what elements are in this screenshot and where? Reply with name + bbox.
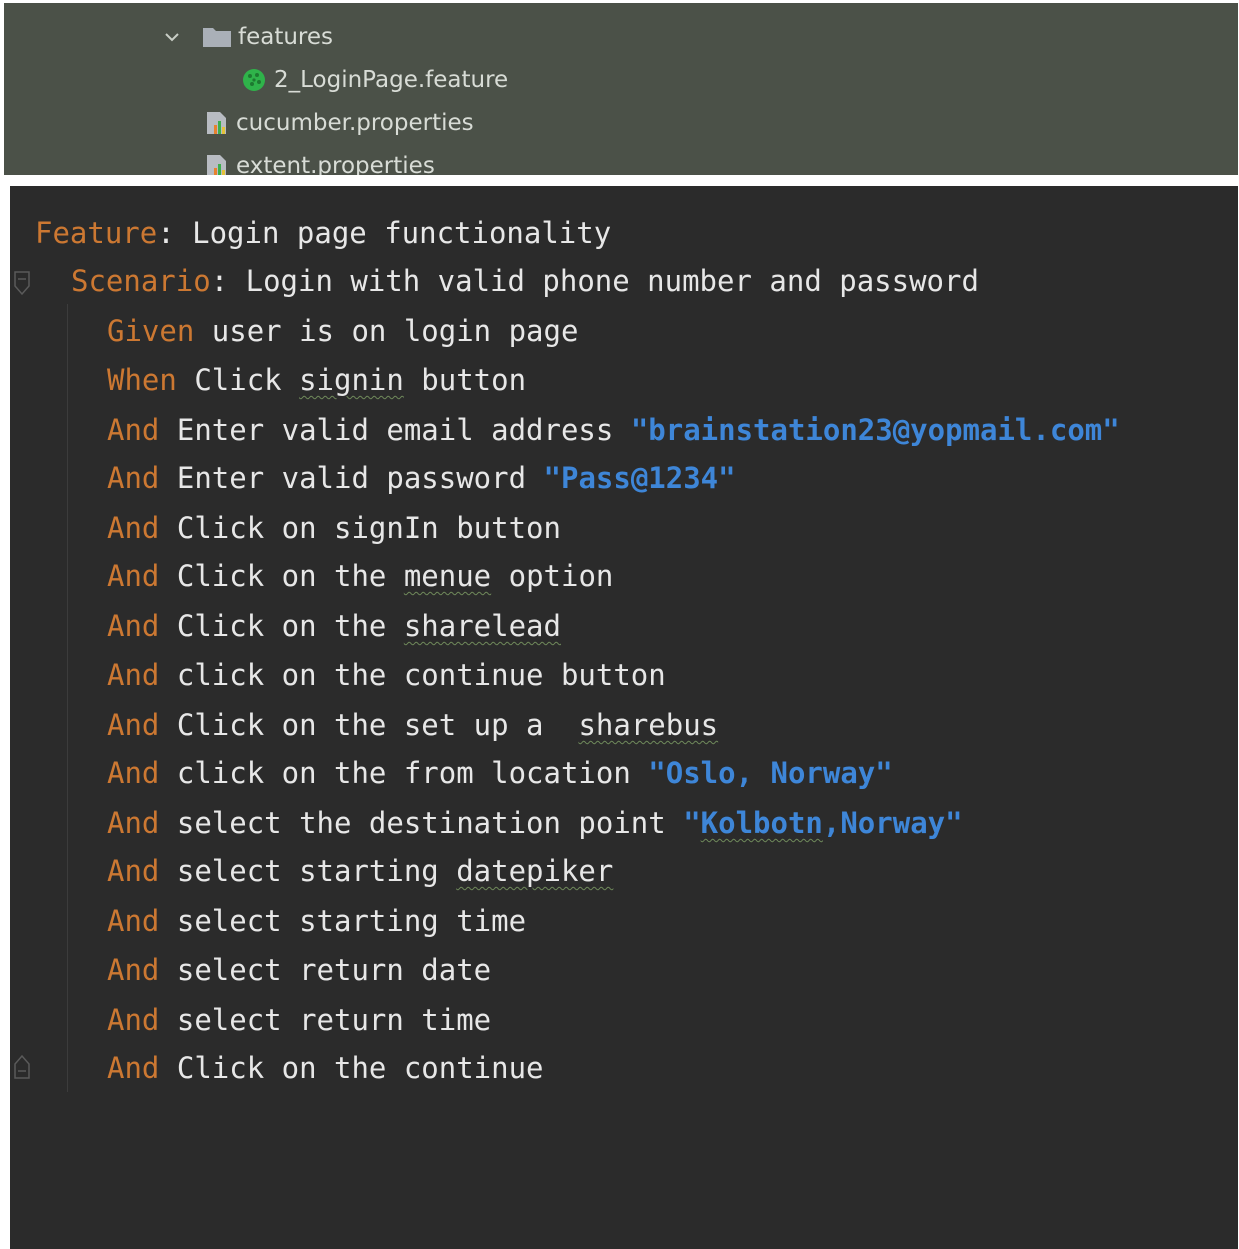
properties-file-icon xyxy=(207,112,226,134)
step-line[interactable]: And select return time xyxy=(107,1000,491,1040)
step-line[interactable]: And Click on the sharelead xyxy=(107,606,561,646)
step-text: Click on signIn button xyxy=(176,511,561,545)
step-line[interactable]: And Click on signIn button xyxy=(107,508,561,548)
spelling-warning[interactable]: sharelead xyxy=(404,609,561,643)
project-tree: features 2_LoginPage.feature cucumber.pr… xyxy=(4,3,1238,175)
spelling-warning[interactable]: sharebus xyxy=(578,708,718,742)
step-keyword: Given xyxy=(107,314,195,348)
step-keyword: And xyxy=(107,953,160,987)
step-line[interactable]: Given user is on login page xyxy=(107,311,578,351)
chevron-down-icon[interactable] xyxy=(164,29,180,45)
fold-start-icon[interactable] xyxy=(14,270,30,296)
step-keyword: And xyxy=(107,806,160,840)
step-keyword: And xyxy=(107,1051,160,1085)
string-literal: "Oslo, Norway" xyxy=(648,756,893,790)
step-line[interactable]: And click on the continue button xyxy=(107,655,666,695)
step-keyword: When xyxy=(107,363,177,397)
tree-item-label: extent.properties xyxy=(236,153,435,175)
step-text: button xyxy=(403,363,527,397)
colon: : xyxy=(210,264,246,298)
step-keyword: And xyxy=(107,559,160,593)
step-keyword: And xyxy=(107,756,160,790)
tree-item-label: 2_LoginPage.feature xyxy=(274,67,509,93)
step-keyword: And xyxy=(107,1003,160,1037)
spelling-warning[interactable]: Kolbotn xyxy=(701,806,823,840)
scenario-keyword: Scenario xyxy=(71,264,211,298)
step-keyword: And xyxy=(107,708,160,742)
step-line[interactable]: And click on the from location "Oslo, No… xyxy=(107,753,893,793)
step-text: Click on the xyxy=(176,609,404,643)
tree-item-label: cucumber.properties xyxy=(236,110,474,136)
scenario-title: Login with valid phone number and passwo… xyxy=(245,264,979,298)
step-line[interactable]: And Click on the continue xyxy=(107,1048,544,1088)
tree-item-label: features xyxy=(238,24,334,50)
string-literal: "Kolbotn,Norway" xyxy=(683,806,962,840)
step-line[interactable]: And Enter valid email address "brainstat… xyxy=(107,410,1120,450)
cucumber-icon xyxy=(243,69,265,91)
step-text: Click xyxy=(194,363,300,397)
spelling-warning[interactable]: signin xyxy=(299,363,404,397)
step-line[interactable]: And select starting time xyxy=(107,901,526,941)
step-keyword: And xyxy=(107,854,160,888)
panel-separator xyxy=(0,175,1239,186)
step-text: click on the continue button xyxy=(176,658,666,692)
step-keyword: And xyxy=(107,658,160,692)
step-line[interactable]: And Enter valid password "Pass@1234" xyxy=(107,458,736,498)
string-quote: " xyxy=(683,806,701,840)
scenario-line[interactable]: Scenario: Login with valid phone number … xyxy=(71,261,979,301)
indent-guide xyxy=(67,304,68,1092)
step-keyword: And xyxy=(107,413,160,447)
fold-end-icon[interactable] xyxy=(14,1054,30,1080)
step-keyword: And xyxy=(107,461,160,495)
step-text: select return time xyxy=(176,1003,492,1037)
step-text: select return date xyxy=(176,953,492,987)
step-text: Enter valid password xyxy=(176,461,527,495)
step-text: select starting xyxy=(176,854,457,888)
step-text: Click on the set up a xyxy=(176,708,579,742)
colon: : xyxy=(157,216,193,250)
spelling-warning[interactable]: datepiker xyxy=(456,854,613,888)
tree-item-login-feature[interactable]: 2_LoginPage.feature xyxy=(242,65,508,95)
step-line[interactable]: And Click on the menue option xyxy=(107,556,613,596)
step-text: Click on the xyxy=(176,559,404,593)
step-keyword: And xyxy=(107,904,160,938)
string-literal: "Pass@1234" xyxy=(543,461,736,495)
spelling-warning[interactable]: menue xyxy=(404,559,491,593)
string-rest: ,Norway" xyxy=(822,806,963,840)
tree-item-extent-properties[interactable]: extent.properties xyxy=(204,151,435,175)
step-text: option xyxy=(491,559,614,593)
step-keyword: And xyxy=(107,609,160,643)
step-text: click on the from location xyxy=(176,756,631,790)
feature-keyword: Feature xyxy=(35,216,158,250)
string-literal: "brainstation23@yopmail.com" xyxy=(630,413,1120,447)
feature-line[interactable]: Feature: Login page functionality xyxy=(35,213,611,253)
step-line[interactable]: And select starting datepiker xyxy=(107,851,613,891)
step-line[interactable]: When Click signin button xyxy=(107,360,526,400)
step-line[interactable]: And select the destination point "Kolbot… xyxy=(107,803,963,843)
step-text: select starting time xyxy=(176,904,527,938)
properties-file-icon xyxy=(207,155,226,175)
tree-item-features-folder[interactable]: features xyxy=(164,22,333,52)
step-text: select the destination point xyxy=(176,806,666,840)
step-line[interactable]: And Click on the set up a sharebus xyxy=(107,705,718,745)
step-text: Click on the continue xyxy=(176,1051,544,1085)
step-keyword: And xyxy=(107,511,160,545)
code-editor[interactable]: Feature: Login page functionality Scenar… xyxy=(10,186,1238,1249)
step-line[interactable]: And select return date xyxy=(107,950,491,990)
feature-title: Login page functionality xyxy=(192,216,612,250)
tree-item-cucumber-properties[interactable]: cucumber.properties xyxy=(204,108,474,138)
step-text: Enter valid email address xyxy=(176,413,614,447)
folder-icon xyxy=(203,28,231,47)
step-text: user is on login page xyxy=(211,314,579,348)
